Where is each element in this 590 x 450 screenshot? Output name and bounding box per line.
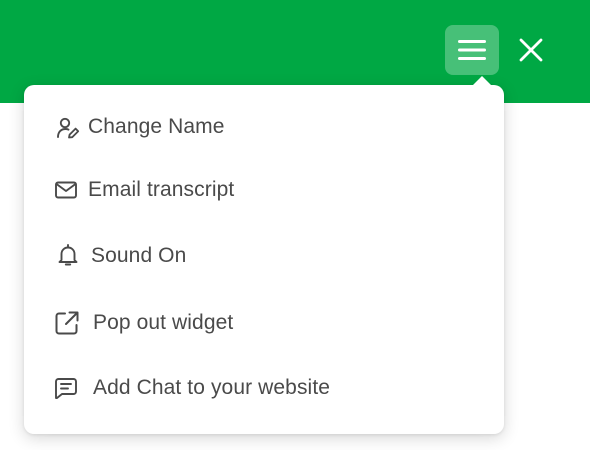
close-button[interactable] xyxy=(512,31,550,69)
menu-item-add-chat[interactable]: Add Chat to your website xyxy=(24,362,504,414)
chat-bubble-icon xyxy=(52,374,80,402)
close-icon xyxy=(519,38,543,62)
user-edit-icon xyxy=(54,114,82,142)
menu-item-pop-out-widget[interactable]: Pop out widget xyxy=(24,297,504,349)
menu-item-label: Add Chat to your website xyxy=(93,376,331,399)
menu-item-label: Pop out widget xyxy=(93,311,234,334)
menu-item-label: Change Name xyxy=(88,115,225,138)
menu-item-email-transcript[interactable]: Email transcript xyxy=(24,164,504,216)
menu-item-sound-on[interactable]: Sound On xyxy=(24,230,504,282)
menu-item-label: Email transcript xyxy=(88,178,235,201)
menu-button[interactable] xyxy=(445,25,499,75)
dropdown-caret xyxy=(473,76,491,85)
external-link-icon xyxy=(53,309,81,337)
mail-icon xyxy=(52,176,80,204)
menu-item-change-name[interactable]: Change Name xyxy=(24,101,504,153)
dropdown-menu: Change Name Email transcript Sound On Po… xyxy=(24,85,504,434)
bell-icon xyxy=(54,241,82,269)
menu-item-label: Sound On xyxy=(91,244,187,267)
chat-widget: Change Name Email transcript Sound On Po… xyxy=(0,0,590,450)
hamburger-menu-icon xyxy=(458,40,486,60)
